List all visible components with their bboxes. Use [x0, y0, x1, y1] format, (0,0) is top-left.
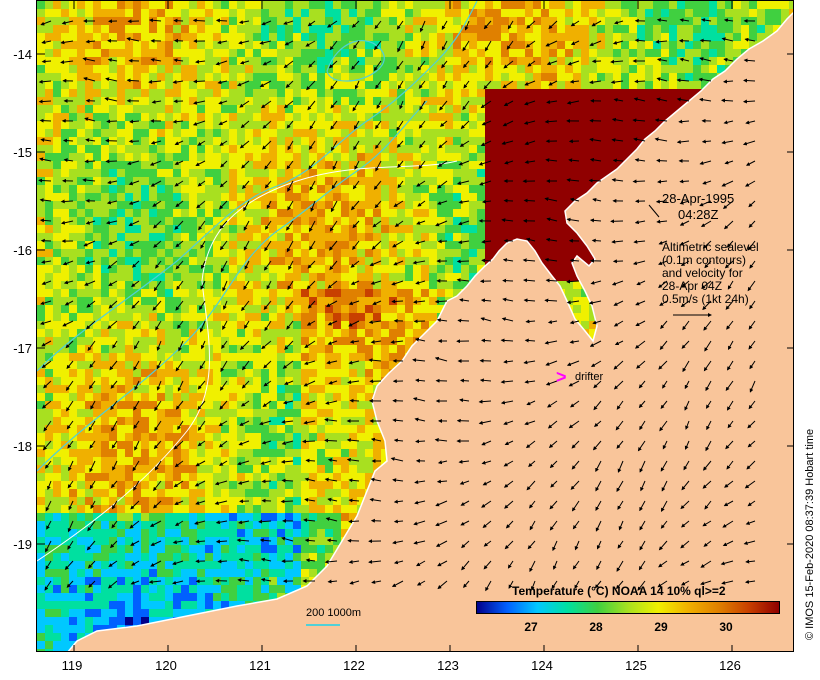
lon-tick-label: 123 [437, 658, 459, 673]
velocity-arrow [612, 158, 624, 163]
velocity-arrow [437, 239, 448, 244]
velocity-arrow [84, 159, 96, 164]
velocity-arrow [632, 179, 646, 184]
colorbar-tick: 30 [719, 620, 733, 634]
velocity-arrow [173, 18, 184, 23]
velocity-arrow [215, 18, 228, 23]
lat-tick-label: -16 [13, 243, 32, 258]
velocity-arrow [525, 319, 536, 324]
velocity-arrow [391, 299, 404, 304]
velocity-arrow [656, 158, 668, 163]
lat-tick-label: -17 [13, 341, 32, 356]
lat-tick-label: -15 [13, 145, 32, 160]
velocity-arrow [591, 238, 602, 243]
lon-tick-label: 120 [155, 658, 177, 673]
lat-tick-label: -18 [13, 439, 32, 454]
velocity-arrow [480, 338, 492, 343]
velocity-arrow [436, 479, 448, 484]
velocity-arrow [742, 99, 756, 104]
velocity-arrow [544, 298, 558, 303]
velocity-arrow [302, 439, 316, 444]
velocity-arrow [261, 479, 272, 484]
velocity-arrow [193, 79, 206, 84]
velocity-arrow [634, 79, 646, 84]
drifter-label: drifter [575, 371, 604, 383]
velocity-arrow [456, 259, 470, 264]
velocity-arrow [106, 119, 118, 124]
velocity-arrow [348, 519, 360, 524]
copyright-timestamp: © IMOS 15-Feb-2020 08:37:39 Hobart time [804, 428, 816, 640]
velocity-arrow [38, 178, 52, 183]
velocity-arrow [324, 438, 338, 443]
lon-tick-label: 121 [249, 658, 271, 673]
velocity-arrow [305, 458, 316, 463]
velocity-arrow [588, 178, 602, 183]
lon-tick-label: 122 [343, 658, 365, 673]
velocity-arrow [743, 78, 756, 83]
velocity-arrow [39, 118, 52, 123]
lon-tick-label: 119 [61, 658, 83, 673]
colorbar-tick: 28 [589, 620, 603, 634]
velocity-arrow [502, 278, 514, 283]
velocity-arrow [459, 378, 470, 383]
lon-tick-label: 126 [719, 658, 741, 673]
contour-legend: 200 1000m [306, 607, 362, 619]
lon-tick-label: 125 [625, 658, 647, 673]
velocity-arrow [60, 199, 74, 204]
velocity-arrow [280, 499, 294, 504]
velocity-arrow [457, 318, 470, 323]
lon-tick-label: 124 [531, 658, 553, 673]
velocity-arrow [415, 439, 426, 444]
lat-tick-label: -14 [13, 47, 32, 62]
annotation-line: 0.5m/s (1kt 24h) [662, 292, 749, 306]
velocity-arrow [281, 478, 294, 483]
velocity-arrow [524, 338, 536, 343]
velocity-arrow [523, 198, 536, 203]
velocity-arrow [62, 138, 74, 143]
colorbar-tick: 27 [524, 620, 538, 634]
drifter-marker: > [556, 367, 567, 387]
velocity-arrow [393, 519, 404, 524]
colorbar [476, 601, 780, 614]
sst-map [37, 1, 793, 651]
colorbar-title: Temperature (°C) NOAA 14 10% ql>=2 [512, 584, 726, 598]
velocity-arrow [481, 258, 492, 263]
velocity-arrow [41, 59, 52, 64]
map-frame [36, 0, 794, 652]
velocity-arrow [679, 179, 690, 184]
colorbar-tick: 29 [654, 620, 668, 634]
velocity-arrow [192, 18, 206, 23]
lat-tick-label: -19 [13, 537, 32, 552]
velocity-arrow [38, 99, 52, 104]
velocity-arrow [217, 559, 228, 564]
image-date: 28-Apr-1995 [662, 191, 735, 206]
velocity-arrow [699, 38, 712, 43]
contour-legend-line [306, 624, 340, 626]
image-time: 04:28Z [678, 207, 719, 222]
